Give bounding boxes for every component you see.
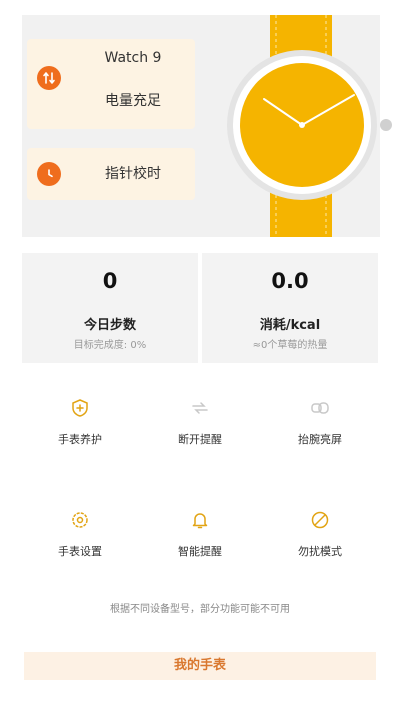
calibrate-label: 指针校时: [105, 166, 161, 182]
raise-to-wake-button[interactable]: 抬腕亮屏: [270, 398, 370, 468]
shield-plus-icon: [72, 399, 88, 417]
watch-care-label: 手表养护: [58, 433, 102, 446]
watch-settings-label: 手表设置: [58, 545, 102, 558]
steps-value: 0: [102, 269, 118, 293]
clock-icon: [37, 162, 61, 186]
watch-illustration: [227, 15, 392, 237]
disconnect-alert-button[interactable]: 断开提醒: [150, 398, 250, 468]
raise-to-wake-label: 抬腕亮屏: [298, 433, 342, 446]
watch-hero-panel: Watch 9 电量充足 指针校时: [22, 15, 392, 237]
smart-reminder-button[interactable]: 智能提醒: [150, 510, 250, 580]
gear-icon: [72, 512, 88, 528]
do-not-disturb-label: 勿扰模式: [298, 545, 342, 558]
device-info-card[interactable]: Watch 9 电量充足: [27, 39, 195, 129]
my-watch-button[interactable]: 我的手表: [24, 652, 376, 680]
watch-care-button[interactable]: 手表养护: [30, 398, 130, 468]
do-not-disturb-icon: [311, 511, 329, 529]
calibrate-hands-card[interactable]: 指针校时: [27, 148, 195, 200]
calories-equivalent-text: ≈0个草莓的热量: [252, 340, 328, 351]
sync-icon: [37, 66, 61, 90]
smart-reminder-label: 智能提醒: [178, 545, 222, 558]
calories-label: 消耗/kcal: [259, 318, 321, 333]
battery-status: 电量充足: [105, 93, 161, 109]
do-not-disturb-button[interactable]: 勿扰模式: [270, 510, 370, 580]
disconnect-icon: [192, 402, 208, 414]
steps-goal-text: 目标完成度: 0%: [73, 340, 147, 351]
calories-card[interactable]: 0.0 消耗/kcal ≈0个草莓的热量: [202, 253, 378, 363]
steps-label: 今日步数: [83, 318, 136, 333]
watch-settings-button[interactable]: 手表设置: [30, 510, 130, 580]
watch-name: Watch 9: [104, 50, 162, 66]
bell-icon: [192, 513, 208, 529]
wrist-raise-icon: [311, 402, 329, 414]
steps-card[interactable]: 0 今日步数 目标完成度: 0%: [22, 253, 198, 363]
calories-value: 0.0: [271, 269, 309, 293]
disconnect-alert-label: 断开提醒: [178, 433, 222, 446]
availability-note: 根据不同设备型号，部分功能可能不可用: [110, 604, 290, 615]
